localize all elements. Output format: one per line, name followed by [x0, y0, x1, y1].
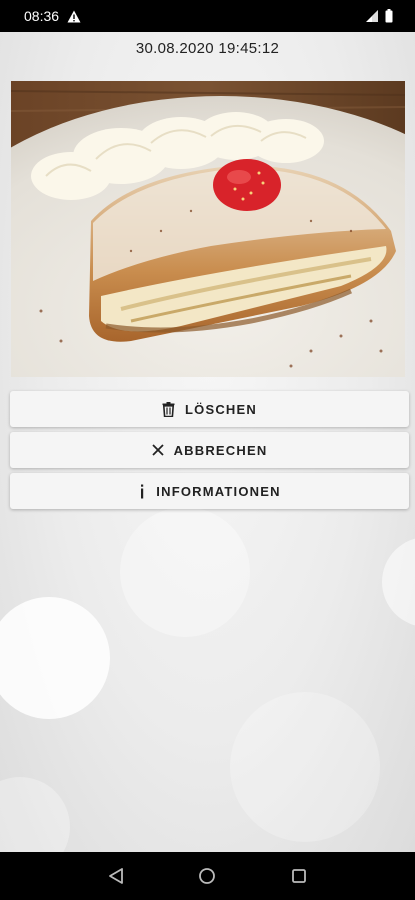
- nav-back-button[interactable]: [96, 856, 136, 896]
- battery-icon: [385, 9, 393, 23]
- status-time: 08:36: [24, 8, 60, 24]
- info-button[interactable]: INFORMATIONEN: [10, 473, 409, 509]
- apple-strudel-photo: [11, 81, 405, 377]
- back-icon: [108, 868, 123, 884]
- info-icon: [141, 484, 144, 498]
- bokeh-light: [0, 777, 70, 852]
- warning-icon: [67, 10, 81, 22]
- info-button-label: INFORMATIONEN: [156, 483, 281, 499]
- home-icon: [199, 868, 216, 884]
- recents-icon: [292, 869, 307, 883]
- bokeh-light: [0, 597, 110, 719]
- cancel-button[interactable]: ABBRECHEN: [10, 432, 409, 468]
- nav-recents-button[interactable]: [279, 856, 319, 896]
- close-icon: [151, 444, 164, 456]
- bokeh-light: [230, 692, 380, 842]
- photo-timestamp: 30.08.2020 19:45:12: [135, 40, 280, 57]
- cancel-button-label: ABBRECHEN: [173, 442, 268, 458]
- system-nav-bar: [0, 852, 415, 900]
- signal-icon: [366, 10, 378, 22]
- status-bar: 08:36: [0, 0, 415, 32]
- delete-button[interactable]: LÖSCHEN: [10, 391, 409, 427]
- bokeh-light: [120, 507, 250, 637]
- trash-icon: [162, 401, 175, 417]
- delete-button-label: LÖSCHEN: [185, 401, 257, 417]
- nav-home-button[interactable]: [187, 856, 227, 896]
- status-icons: [365, 9, 393, 23]
- bokeh-light: [382, 537, 415, 627]
